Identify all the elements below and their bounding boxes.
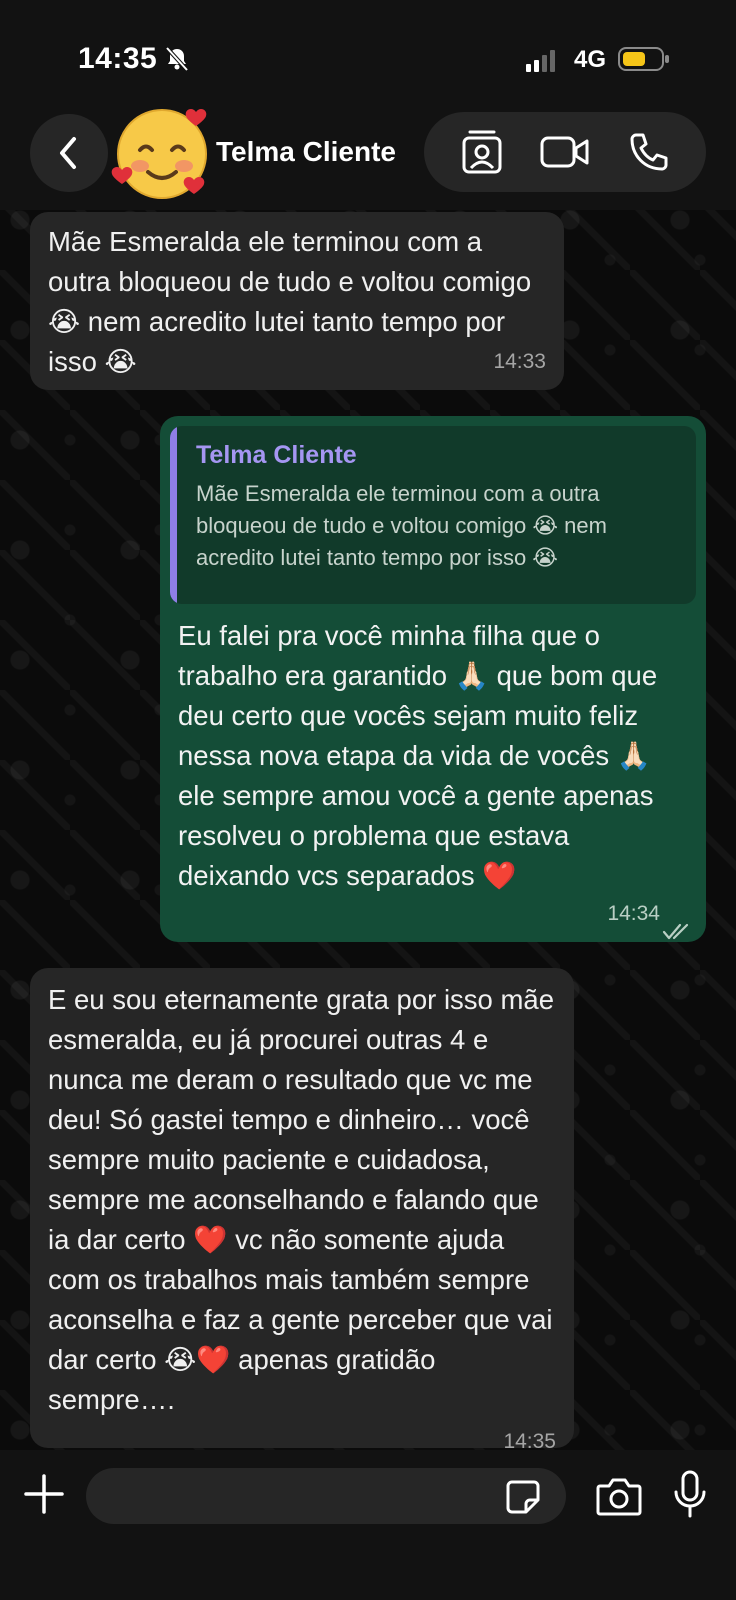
message-bubble-incoming[interactable]: Mãe Esmeralda ele terminou com a outra b…	[30, 212, 564, 390]
header-actions	[424, 112, 706, 192]
voice-call-button[interactable]	[618, 122, 678, 182]
camera-button[interactable]	[596, 1476, 642, 1516]
message-time: 14:33	[493, 350, 546, 373]
back-button[interactable]	[30, 114, 108, 192]
message-text: Mãe Esmeralda ele terminou com a outra b…	[48, 226, 532, 377]
sticker-button[interactable]	[506, 1480, 540, 1514]
signal-icon	[526, 50, 556, 72]
message-bubble-incoming[interactable]: E eu sou eternamente grata por isso mãe …	[30, 968, 574, 1448]
contact-name[interactable]: Telma Cliente	[216, 136, 396, 168]
quote-text: Mãe Esmeralda ele terminou com a outra b…	[196, 481, 607, 570]
message-time: 14:34	[607, 902, 660, 925]
phone-icon	[630, 133, 668, 171]
quoted-message[interactable]: Telma Cliente Mãe Esmeralda ele terminou…	[170, 426, 696, 604]
microphone-button[interactable]	[672, 1470, 708, 1520]
status-bar: 14:35 4G	[0, 0, 736, 110]
network-type: 4G	[574, 46, 607, 73]
status-time: 14:35	[78, 42, 158, 75]
message-composer	[0, 1450, 736, 1600]
bell-off-icon	[164, 46, 190, 72]
video-call-button[interactable]	[535, 122, 595, 182]
message-bubble-outgoing[interactable]: Telma Cliente Mãe Esmeralda ele terminou…	[160, 416, 706, 942]
attach-button[interactable]	[22, 1472, 66, 1516]
contact-card-button[interactable]	[452, 122, 512, 182]
avatar[interactable]	[110, 102, 218, 204]
message-text: Eu falei pra você minha filha que o trab…	[178, 620, 658, 891]
battery-icon	[618, 46, 670, 72]
message-time: 14:35	[503, 1430, 556, 1448]
camera-icon	[596, 1478, 642, 1516]
microphone-icon	[674, 1470, 706, 1518]
plus-icon	[24, 1474, 64, 1514]
video-call-icon	[540, 136, 589, 168]
double-check-icon	[662, 912, 692, 940]
quote-author: Telma Cliente	[196, 441, 357, 469]
message-text: E eu sou eternamente grata por isso mãe …	[48, 984, 554, 1415]
contact-card-icon	[462, 130, 502, 174]
sticker-icon	[506, 1480, 540, 1514]
back-chevron-icon	[60, 137, 76, 169]
chat-header: Telma Cliente	[0, 100, 736, 210]
message-input[interactable]	[86, 1468, 566, 1524]
